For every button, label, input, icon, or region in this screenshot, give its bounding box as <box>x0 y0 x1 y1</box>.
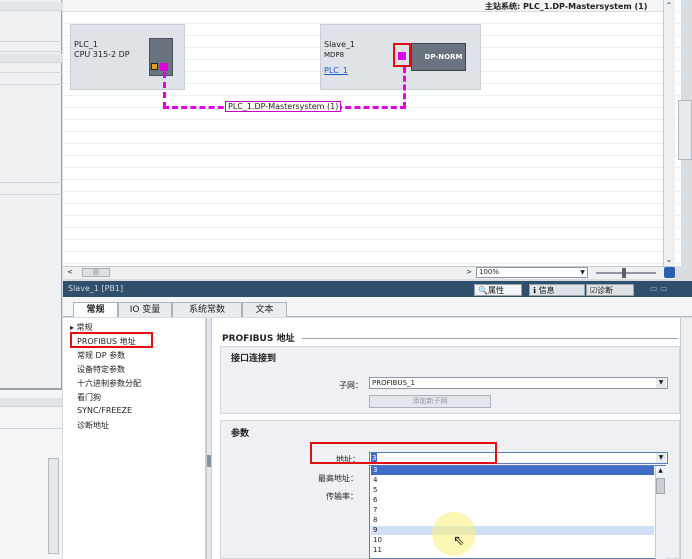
dp-bus-line[interactable] <box>403 67 406 108</box>
scroll-up-icon[interactable]: ▲ <box>655 466 666 476</box>
plc-mpi-port-icon[interactable] <box>151 63 158 70</box>
nav-item-watchdog[interactable]: 看门狗 <box>77 392 101 403</box>
max-address-label: 最高地址： <box>318 474 358 483</box>
baud-rate-label: 传输率： <box>326 492 358 501</box>
dp-bus-line[interactable] <box>163 72 166 108</box>
info-icon: ℹ <box>533 286 537 295</box>
scroll-left-icon[interactable]: < <box>64 267 76 278</box>
scroll-right-icon[interactable]: > <box>463 267 475 278</box>
section-divider <box>302 338 678 339</box>
inspector-title: Slave_1 [PB1] <box>68 284 124 293</box>
dropdown-option[interactable]: 7 <box>371 506 654 515</box>
task-card-tab[interactable] <box>678 100 692 160</box>
dropdown-option[interactable]: 8 <box>371 516 654 525</box>
project-tree-row[interactable] <box>0 76 62 85</box>
project-tree-row[interactable] <box>0 43 62 52</box>
window-controls-icon[interactable]: ▭ ▭ <box>650 284 668 293</box>
scroll-thumb[interactable] <box>656 478 665 494</box>
nav-item-hex-params[interactable]: 十六进制参数分配 <box>77 378 141 389</box>
project-tree-row[interactable] <box>0 54 62 63</box>
tab-properties[interactable]: 🔍属性 <box>474 284 522 296</box>
mouse-pointer-icon: ⇖ <box>453 533 465 549</box>
editor-vertical-scrollbar[interactable] <box>663 0 675 266</box>
plc-name: PLC_1 <box>74 40 98 49</box>
slave-dp-module: DP-NORM <box>411 43 466 71</box>
zoom-slider[interactable] <box>596 272 656 274</box>
tab-info[interactable]: ℹ 信息 <box>529 284 585 296</box>
dropdown-option[interactable]: 10 <box>371 536 654 545</box>
scroll-down-icon[interactable]: ⌄ <box>663 254 675 266</box>
content-vertical-scrollbar[interactable] <box>680 318 692 559</box>
details-view-scrollbar[interactable] <box>48 458 59 554</box>
expand-arrow-icon: ▸ <box>70 323 75 332</box>
details-view-row[interactable] <box>0 420 62 429</box>
properties-icon: 🔍 <box>478 286 488 295</box>
plc-dp-port-icon[interactable] <box>160 63 168 71</box>
nav-selection-highlight <box>70 332 153 348</box>
tab-diagnostics[interactable]: ☑诊断 <box>586 284 634 296</box>
splitter-grip-icon[interactable] <box>207 455 211 467</box>
dropdown-option[interactable]: 11 <box>371 546 654 555</box>
scroll-up-icon[interactable]: ⌃ <box>663 0 675 12</box>
project-tree-row[interactable] <box>0 64 62 73</box>
add-subnet-button[interactable]: 添加新子网 <box>369 395 491 408</box>
slave-dp-port-icon[interactable] <box>398 52 406 60</box>
master-system-label: 主站系统: PLC_1.DP-Mastersystem (1) <box>485 2 648 11</box>
tab-io-tags[interactable]: IO 变量 <box>118 302 172 317</box>
dropdown-option[interactable]: 4 <box>371 476 654 485</box>
dropdown-option[interactable]: 5 <box>371 486 654 495</box>
project-tree-row[interactable] <box>0 186 62 195</box>
tab-system-constants[interactable]: 系统常数 <box>172 302 242 317</box>
nav-item-sync-freeze[interactable]: SYNC/FREEZE <box>77 406 132 415</box>
section-title: PROFIBUS 地址 <box>222 334 295 344</box>
project-tree-row[interactable] <box>0 33 62 42</box>
subnet-label: 子网： <box>339 381 363 390</box>
dropdown-option[interactable]: 3 <box>371 466 654 475</box>
subnet-select[interactable]: PROFIBUS_1 <box>369 377 668 389</box>
nav-item-device-params[interactable]: 设备特定参数 <box>77 364 125 375</box>
slave-master-link[interactable]: PLC_1 <box>324 66 348 75</box>
slave-name: Slave_1 <box>324 40 355 49</box>
dp-master-system-label[interactable]: PLC_1.DP-Mastersystem (1) <box>225 101 342 112</box>
overview-navigation-icon[interactable] <box>664 267 675 278</box>
dropdown-option[interactable]: 9 <box>371 526 654 535</box>
group-title: 参数 <box>231 429 250 439</box>
plc-cpu-type: CPU 315-2 DP <box>74 50 130 59</box>
chevron-down-icon[interactable]: ▼ <box>656 378 666 388</box>
chevron-down-icon[interactable]: ▼ <box>578 268 587 277</box>
project-tree-row[interactable] <box>0 2 62 11</box>
group-title: 接口连接到 <box>231 354 277 364</box>
address-highlight <box>310 442 497 464</box>
project-tree-row[interactable] <box>0 174 62 183</box>
tab-text[interactable]: 文本 <box>242 302 287 317</box>
dropdown-option[interactable]: 6 <box>371 496 654 505</box>
nav-item-diag-address[interactable]: 诊断地址 <box>77 420 109 431</box>
scroll-thumb[interactable]: ||| <box>82 268 110 277</box>
details-view-row[interactable] <box>0 398 62 407</box>
tab-general[interactable]: 常规 <box>73 302 118 317</box>
zoom-select[interactable]: 100% <box>476 267 588 278</box>
chevron-down-icon[interactable]: ▼ <box>656 453 666 463</box>
slave-type: MDP8 <box>324 51 345 59</box>
zoom-slider-handle[interactable] <box>622 268 626 278</box>
nav-item-general-dp-params[interactable]: 常规 DP 参数 <box>77 350 125 361</box>
